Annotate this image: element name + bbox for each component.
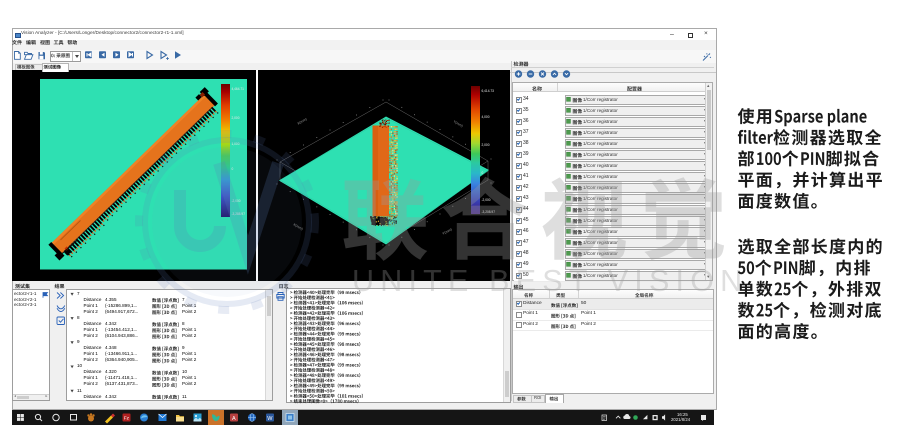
svg-text:W: W (267, 416, 273, 422)
svg-text:A: A (232, 416, 236, 422)
svg-text:Fz: Fz (124, 416, 130, 422)
